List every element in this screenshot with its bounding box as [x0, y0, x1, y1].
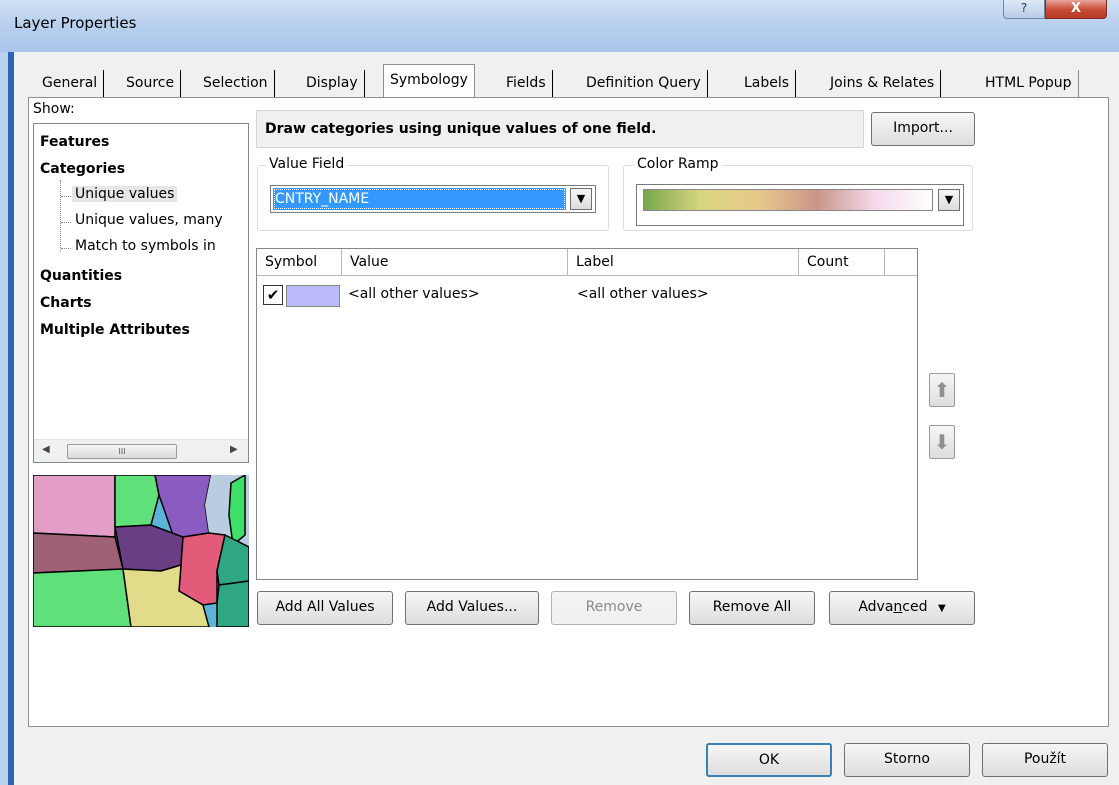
column-header-label[interactable]: Label [568, 249, 799, 276]
renderer-description: Draw categories using unique values of o… [256, 110, 864, 148]
color-ramp-label: Color Ramp [634, 156, 722, 172]
symbol-swatch[interactable] [286, 285, 340, 307]
move-down-button[interactable]: ⬇ [929, 425, 955, 459]
tree-connector [60, 180, 61, 252]
show-label: Show: [33, 101, 75, 117]
help-button[interactable]: ? [1003, 0, 1045, 19]
title-bar: Layer Properties [0, 0, 1119, 52]
tree-item-categories[interactable]: Categories [40, 161, 125, 177]
column-header-value[interactable]: Value [342, 249, 568, 276]
window-edge [0, 52, 8, 785]
scroll-thumb[interactable]: III [67, 444, 177, 459]
column-header-count[interactable]: Count [799, 249, 885, 276]
import-button[interactable]: Import... [871, 112, 975, 146]
tree-item-unique-values[interactable]: Unique values [72, 186, 178, 202]
remove-button[interactable]: Remove [551, 591, 677, 625]
tab-selection[interactable]: Selection [197, 70, 275, 98]
advanced-button[interactable]: Advanced ▼ [829, 591, 975, 625]
value-field-selected[interactable]: CNTRY_NAME [273, 188, 566, 210]
tree-item-features[interactable]: Features [40, 134, 109, 150]
tab-labels[interactable]: Labels [738, 70, 797, 98]
tree-connector [61, 248, 71, 249]
caret-down-icon: ▼ [937, 603, 946, 614]
symbology-preview-map [33, 475, 249, 627]
value-field-label: Value Field [266, 156, 348, 172]
ok-button[interactable]: OK [706, 743, 832, 777]
column-header-symbol[interactable]: Symbol [257, 249, 342, 276]
row-visibility-checkbox[interactable]: ✔ [263, 285, 283, 305]
arrow-down-icon: ⬇ [933, 430, 951, 454]
tree-connector [61, 196, 71, 197]
chevron-down-icon[interactable]: ▼ [938, 189, 960, 211]
scroll-right-icon[interactable]: ▶ [230, 444, 238, 455]
close-button[interactable]: X [1045, 0, 1107, 19]
remove-all-button[interactable]: Remove All [689, 591, 815, 625]
tab-html-popup[interactable]: HTML Popup [979, 70, 1079, 98]
add-values-button[interactable]: Add Values... [405, 591, 539, 625]
tab-general[interactable]: General [36, 70, 105, 98]
storno-button[interactable]: Storno [844, 743, 970, 777]
row-value[interactable]: <all other values> [348, 286, 480, 302]
tab-source[interactable]: Source [120, 70, 182, 98]
table-header: Symbol Value Label Count [257, 249, 917, 276]
window-title: Layer Properties [14, 14, 137, 32]
tree-item-charts[interactable]: Charts [40, 295, 92, 311]
row-label[interactable]: <all other values> [577, 286, 709, 302]
advanced-label: Advanced [858, 599, 928, 615]
tree-item-quantities[interactable]: Quantities [40, 268, 122, 284]
color-ramp-preview [643, 189, 933, 211]
tab-display[interactable]: Display [300, 70, 365, 98]
tree-item-multiple-attributes[interactable]: Multiple Attributes [40, 322, 190, 338]
apply-button[interactable]: Použít [982, 743, 1108, 777]
scroll-left-icon[interactable]: ◀ [42, 444, 50, 455]
arrow-up-icon: ⬆ [933, 378, 951, 402]
tab-joins-relates[interactable]: Joins & Relates [824, 70, 942, 98]
tab-fields[interactable]: Fields [500, 70, 553, 98]
move-up-button[interactable]: ⬆ [929, 373, 955, 407]
tab-definition-query[interactable]: Definition Query [580, 70, 708, 98]
tree-horizontal-scrollbar[interactable]: ◀ III ▶ [34, 439, 248, 462]
tab-symbology[interactable]: Symbology [383, 64, 475, 98]
add-all-values-button[interactable]: Add All Values [257, 591, 393, 625]
renderer-tree[interactable]: Features Categories Unique values Unique… [33, 123, 249, 463]
tree-connector [61, 222, 71, 223]
tree-item-match-to-symbols[interactable]: Match to symbols in [75, 238, 216, 254]
tree-item-unique-values-many[interactable]: Unique values, many [75, 212, 223, 228]
chevron-down-icon[interactable]: ▼ [570, 188, 592, 210]
